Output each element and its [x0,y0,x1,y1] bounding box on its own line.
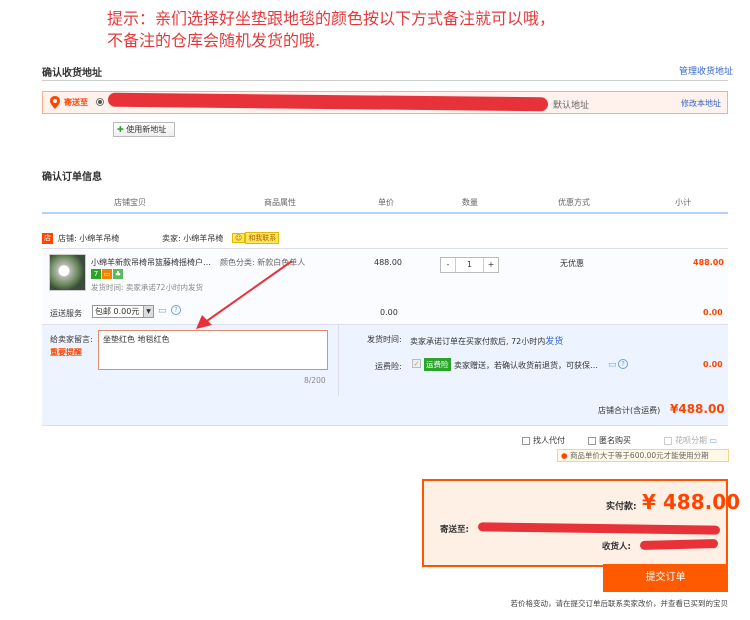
important-reminder-link[interactable]: 重要提醒 [50,347,82,358]
help-icon[interactable]: ? [171,305,181,315]
price-change-note: 若价格变动，请在提交订单后联系卖家改价，并查看已买到的宝贝 [510,599,729,608]
message-label: 给卖家留言: [50,335,93,344]
col-discount: 优惠方式 [558,198,590,207]
col-attributes: 商品属性 [264,198,296,207]
location-pin-icon: ● [561,451,568,460]
location-pin-icon [50,96,60,109]
insurance-text: 卖家赠送，若确认收货前退货，可获保… [454,361,598,370]
installment-note-text: 商品单价大于等于600.00元才能使用分期 [569,451,709,460]
plus-icon: ✚ [117,125,124,134]
delivery-service-label: 运送服务 [50,309,82,318]
col-quantity: 数量 [462,198,478,207]
eco-icon: ♣ [113,269,123,279]
contact-seller-button[interactable]: ☺ 和我联系 [232,232,280,244]
annotation-arrow [196,260,293,329]
card-icon: ▭ [707,436,718,445]
delivery-subtotal: 0.00 [703,308,723,317]
divider [338,324,339,396]
order-section-title: 确认订单信息 [42,172,102,183]
item-subtotal: 488.00 [693,258,724,267]
contact-label: 和我联系 [245,232,280,244]
char-count: 8/200 [304,376,326,385]
ship-time-link[interactable]: 发货 [545,337,563,347]
dropdown-arrow-icon: ▼ [143,306,153,317]
insurance-checkbox[interactable]: ✓ [412,359,421,368]
ship-time-text-body: 卖家承诺订单在买家付款后, 72小时内 [410,337,546,346]
ship-time-label: 发货时间: [367,335,402,344]
delivery-selected-option: 包邮 0.00元 [95,307,140,316]
col-unit-price: 单价 [378,198,394,207]
comment-icon[interactable]: ▭ [608,360,617,370]
edit-address-link[interactable]: 修改本地址 [681,98,721,109]
insurance-label: 运费险: [375,362,402,371]
actual-pay-value: ¥ 488.00 [642,490,741,514]
submit-order-button[interactable]: 提交订单 [603,564,728,592]
item-ship-note: 发货时间: 卖家承诺72小时内发货 [91,283,203,292]
proxy-pay-checkbox[interactable] [522,436,530,445]
seller-name[interactable]: 卖家: 小绵羊吊椅 [162,233,223,244]
address-radio[interactable] [96,98,104,106]
item-badges: 7 ▭ ♣ [91,269,124,279]
proxy-pay-option[interactable]: 找人代付 [522,435,565,446]
delivery-select[interactable]: 包邮 0.00元 ▼ [92,305,154,318]
col-subtotal: 小计 [675,198,691,207]
help-icon[interactable]: ? [618,359,628,369]
installment-option[interactable]: 花呗分期 ▭ [664,435,717,446]
col-shop-items: 店铺宝贝 [114,198,146,207]
insurance-price: 0.00 [703,360,723,369]
product-thumbnail[interactable] [49,254,86,291]
anonymous-label: 匿名购买 [599,436,631,445]
divider [42,80,728,81]
shop-row: 店 店铺: 小绵羊吊椅 卖家: 小绵羊吊椅 ☺ 和我联系 [42,232,728,246]
insurance-badge: 运费险 [424,358,451,371]
use-new-address-button[interactable]: ✚ 使用新地址 [113,122,175,137]
shop-name[interactable]: 店铺: 小绵羊吊椅 [58,233,119,244]
use-new-address-label: 使用新地址 [126,125,167,134]
shop-total-value: ¥488.00 [670,402,725,416]
proxy-pay-label: 找人代付 [533,436,565,445]
address-section-title: 确认收货地址 [42,68,102,79]
unit-price: 488.00 [374,258,402,267]
payment-ship-to-label: 寄送至: [440,525,469,535]
notice-line-1: 提示：亲们选择好坐垫跟地毯的颜色按以下方式备注就可以哦， [107,9,556,28]
discount-value: 无优惠 [560,259,584,268]
wangwang-icon: ☺ [232,233,246,243]
manage-address-link[interactable]: 管理收货地址 [679,64,733,77]
card-pay-icon: ▭ [102,269,112,279]
installment-checkbox[interactable] [664,436,672,445]
qty-input[interactable]: 1 [456,258,483,272]
delivery-price: 0.00 [380,308,398,317]
qty-minus-button[interactable]: - [441,258,456,272]
quantity-stepper: - 1 + [440,257,499,273]
receiver-label: 收货人: [602,542,631,552]
ship-time-text: 卖家承诺订单在买家付款后, 72小时内发货 [410,334,563,347]
shop-total-label: 店铺合计(含运费) [598,406,661,415]
ship-to-label: 寄送至 [64,98,88,107]
notice-text: 提示：亲们选择好坐垫跟地毯的颜色按以下方式备注就可以哦， 不备注的仓库会随机发货… [107,8,555,52]
order-table-header: 店铺宝贝 商品属性 单价 数量 优惠方式 小计 [42,194,728,214]
seller-message-input[interactable]: 坐垫红色 地毯红色 [98,330,328,370]
comment-icon[interactable]: ▭ [158,306,167,316]
default-address-label: 默认地址 [553,101,590,111]
anonymous-checkbox[interactable] [588,436,596,445]
installment-note: ● 商品单价大于等于600.00元才能使用分期 [557,449,729,462]
seven-day-return-icon: 7 [91,269,101,279]
anonymous-option[interactable]: 匿名购买 [588,435,631,446]
notice-line-2: 不备注的仓库会随机发货的哦. [107,31,321,50]
shop-icon: 店 [42,233,53,244]
actual-pay-label: 实付款: [606,502,637,512]
qty-plus-button[interactable]: + [483,258,498,272]
installment-label: 花呗分期 [675,436,707,445]
